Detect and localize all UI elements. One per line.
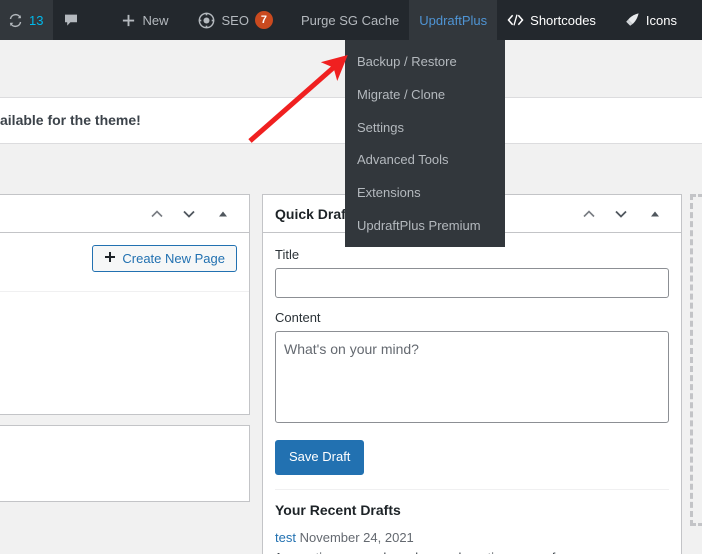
draft-date: November 24, 2021: [299, 529, 414, 545]
plus-icon: [121, 13, 136, 28]
adminbar-purge-label: Purge SG Cache: [300, 12, 400, 28]
admin-bar: 13 New SEO 7 Purge SG Cache UpdraftPlus …: [0, 0, 702, 40]
adminbar-item-comments[interactable]: [53, 0, 95, 40]
dashboard-column-right: Quick Draft Title Content What's on your…: [262, 194, 682, 554]
triangle-up-icon[interactable]: [209, 200, 237, 228]
quick-draft-body: Title Content Save Draft Your Recent Dra…: [263, 233, 681, 554]
title-input[interactable]: [275, 268, 669, 298]
code-icon: [507, 13, 524, 27]
plus-icon: [104, 251, 116, 266]
title-label: Title: [275, 247, 300, 262]
notice-message: ailable for the theme!: [0, 112, 141, 128]
menu-item-backup-restore[interactable]: Backup / Restore: [345, 46, 505, 79]
menu-item-migrate-clone[interactable]: Migrate / Clone: [345, 79, 505, 112]
content-label: Content: [275, 310, 321, 325]
chevron-down-icon[interactable]: [607, 200, 635, 228]
activity-row: bric Manufacturer Apr 18th, 12:22: [0, 339, 237, 362]
adminbar-item-new[interactable]: New: [111, 0, 178, 40]
menu-item-updraftplus-premium[interactable]: UpdraftPlus Premium: [345, 210, 505, 243]
adminbar-item-shortcodes[interactable]: Shortcodes: [497, 0, 606, 40]
postbox-left-bottom: ing: How To Build a Successful marketing…: [0, 425, 250, 503]
adminbar-updraftplus-label: UpdraftPlus: [419, 12, 488, 28]
widget-drop-placeholder: [690, 194, 702, 526]
content-textarea[interactable]: [275, 331, 669, 423]
wordpress-admin-screen: ailable for the theme! Create New Page Q…: [0, 0, 702, 554]
updraftplus-dropdown-menu: Backup / Restore Migrate / Clone Setting…: [345, 40, 505, 247]
seo-gear-icon: [198, 12, 215, 29]
divider: [0, 291, 249, 292]
adminbar-item-purge-sg-cache[interactable]: Purge SG Cache: [291, 0, 409, 40]
adminbar-item-updates[interactable]: 13: [0, 0, 54, 40]
quick-draft-widget: Quick Draft Title Content What's on your…: [262, 194, 682, 554]
menu-item-advanced-tools[interactable]: Advanced Tools: [345, 144, 505, 177]
update-icon: [8, 13, 23, 28]
menu-item-settings[interactable]: Settings: [345, 112, 505, 145]
postbox-left-top: Create New Page :47 am bric Manufacturer…: [0, 194, 250, 416]
quick-draft-order-buttons: [575, 200, 669, 228]
adminbar-seo-badge: 7: [254, 11, 273, 29]
adminbar-shortcodes-label: Shortcodes: [530, 12, 596, 28]
adminbar-item-icons[interactable]: Icons: [614, 0, 687, 40]
draft-excerpt: 1, ong-time user o have been a long-time…: [275, 548, 669, 554]
adminbar-item-updraftplus[interactable]: UpdraftPlus: [409, 0, 498, 40]
news-headline[interactable]: ing: How To Build a Successful: [0, 444, 237, 460]
create-new-page-button[interactable]: Create New Page: [92, 245, 237, 272]
adminbar-icons-label: Icons: [645, 12, 677, 28]
chevron-up-icon[interactable]: [575, 200, 603, 228]
create-new-page-label: Create New Page: [122, 251, 225, 266]
dashboard-column-left: Create New Page :47 am bric Manufacturer…: [0, 194, 250, 512]
save-draft-button[interactable]: Save Draft: [275, 440, 365, 475]
activity-time-2: 14th, 11:13 am: [0, 382, 237, 403]
postbox-body-left-bottom: ing: How To Build a Successful marketing…: [0, 426, 249, 501]
news-subline: marketing strategies is word-of-mouth: [0, 474, 237, 489]
activity-time-1: :47 am: [0, 304, 237, 325]
adminbar-updates-count: 13: [29, 12, 44, 28]
menu-item-extensions[interactable]: Extensions: [345, 177, 505, 210]
rocket-icon: [624, 12, 640, 28]
triangle-up-icon[interactable]: [641, 200, 669, 228]
adminbar-seo-label: SEO: [221, 12, 249, 28]
list-item: test November 24, 2021 1, ong-time user …: [275, 528, 669, 554]
chevron-up-icon[interactable]: [143, 200, 171, 228]
adminbar-item-seo[interactable]: SEO 7: [188, 0, 282, 40]
recent-drafts-heading: Your Recent Drafts: [275, 501, 401, 518]
recent-drafts-section: Your Recent Drafts test November 24, 202…: [275, 488, 669, 554]
postbox-order-buttons: [143, 200, 237, 228]
adminbar-new-label: New: [142, 12, 169, 28]
postbox-header-left-top: [0, 195, 249, 233]
comment-bubble-icon: [63, 12, 79, 28]
draft-title-link[interactable]: test: [275, 530, 296, 545]
postbox-body-left-top: Create New Page :47 am bric Manufacturer…: [0, 233, 249, 414]
chevron-down-icon[interactable]: [175, 200, 203, 228]
